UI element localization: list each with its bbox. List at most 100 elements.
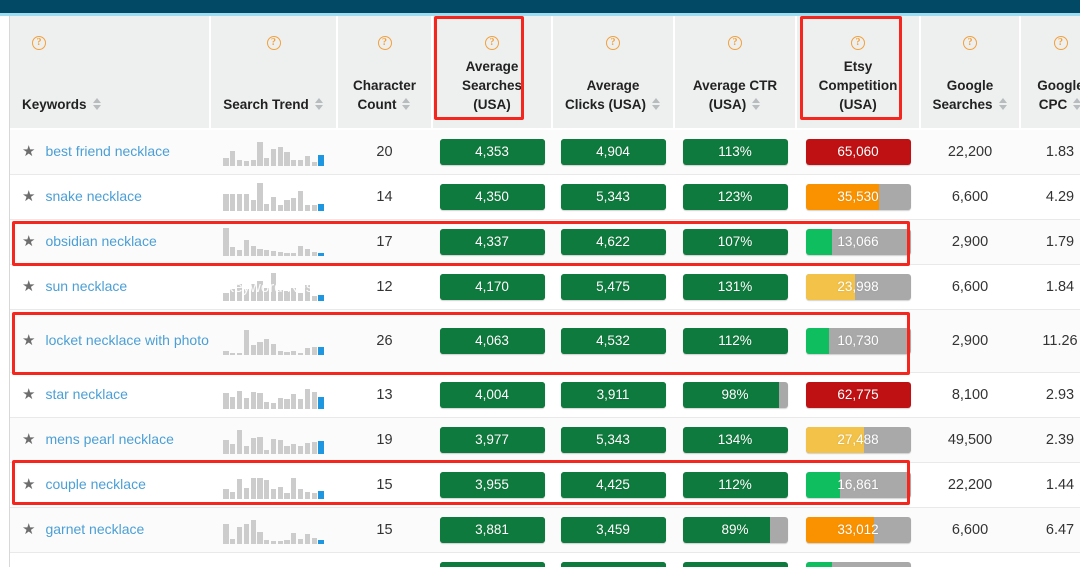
table-row[interactable]: ★ best friend necklace 20 4,353 4,904 113% 65,…	[10, 129, 1080, 175]
cell-average-clicks: 5,343	[552, 417, 674, 463]
sparkline-bar	[291, 252, 297, 256]
table-row[interactable]: ★ garnet necklace 15 3,881 3,459 89% 33,012 6,6…	[10, 507, 1080, 553]
average-searches-bar: 4,350	[439, 183, 545, 210]
sort-arrows-keywords[interactable]	[92, 98, 102, 111]
etsy-competition-bar: 10,730	[805, 327, 911, 354]
average-ctr-bar-fill	[682, 561, 788, 567]
cell-search-trend	[210, 174, 337, 220]
average-ctr-value: 98%	[721, 386, 749, 402]
table-row[interactable]: ★ star necklace 13 4,004 3,911 98% 62,775 8,100…	[10, 372, 1080, 418]
table-row[interactable]: ★ obsidian necklace 17 4,337 4,622 107% 13,066…	[10, 219, 1080, 265]
sparkline-bar	[284, 351, 290, 355]
sparkline-bar	[257, 341, 263, 355]
average-ctr-bar: 112%	[682, 327, 788, 354]
star-icon[interactable]: ★	[22, 386, 35, 404]
column-header-google-cpc[interactable]: ? Google CPC	[1020, 16, 1080, 130]
column-header-average-searches[interactable]: ? Average Searches (USA)	[432, 16, 561, 130]
star-icon[interactable]: ★	[22, 476, 35, 494]
etsy-competition-value: 16,861	[837, 476, 879, 492]
average-clicks-value: 3,459	[596, 521, 630, 537]
cell-search-trend	[210, 264, 337, 310]
table-row[interactable]: ★ locket necklace with photo 26 4,063 4,532 1…	[10, 309, 1080, 373]
sparkline-bar	[318, 294, 324, 301]
sparkline-bar	[223, 193, 229, 211]
cell-google-cpc: 2.93	[1020, 372, 1080, 418]
keyword-link[interactable]: obsidian necklace	[45, 232, 156, 251]
star-icon[interactable]: ★	[22, 188, 35, 206]
cell-search-trend	[210, 129, 337, 175]
column-label-character-count-l1: Character	[352, 77, 417, 93]
sparkline-bar	[257, 248, 263, 256]
keyword-link[interactable]: best friend necklace	[45, 142, 170, 161]
help-icon[interactable]: ?	[963, 36, 977, 50]
average-clicks-bar	[560, 561, 666, 567]
average-clicks-bar: 4,532	[560, 327, 666, 354]
sparkline-bar	[298, 292, 304, 301]
sort-arrows-average-ctr[interactable]	[752, 98, 761, 111]
sparkline-bar	[250, 437, 256, 454]
sparkline-bar	[318, 440, 324, 454]
column-header-keywords[interactable]: ? Keywords	[10, 16, 211, 130]
keyword-link[interactable]: mens pearl necklace	[45, 430, 173, 449]
sort-arrows-search-trend[interactable]	[314, 98, 324, 111]
table-row[interactable]: ★ snake necklace 14 4,350 5,343 123% 35,530 6,6…	[10, 174, 1080, 220]
sparkline-bar	[264, 449, 270, 454]
etsy-competition-bar: 27,488	[805, 426, 911, 453]
sort-arrows-average-clicks[interactable]	[652, 98, 661, 111]
table-row[interactable]: ★ sun necklace 12 4,170 5,475 131% 23,998 6,600…	[10, 264, 1080, 310]
column-header-etsy-competition[interactable]: ? Etsy Competition (USA)	[796, 16, 929, 130]
help-icon[interactable]: ?	[377, 36, 392, 50]
table-row[interactable]: ★	[10, 552, 1080, 567]
cell-google-cpc	[1020, 552, 1080, 567]
etsy-competition-bar: 16,861	[805, 471, 911, 498]
keyword-link[interactable]: sun necklace	[45, 277, 127, 296]
sparkline-bar	[223, 292, 229, 301]
cell-average-clicks: 3,459	[552, 507, 674, 553]
column-header-average-ctr[interactable]: ? Average CTR (USA)	[674, 16, 797, 130]
help-icon[interactable]: ?	[606, 36, 620, 50]
column-header-google-searches[interactable]: ? Google Searches	[920, 16, 1021, 130]
sort-arrows-google-cpc[interactable]	[1073, 98, 1080, 111]
sparkline-bar	[284, 252, 290, 256]
sparkline-bar	[237, 478, 243, 499]
column-header-average-clicks[interactable]: ? Average Clicks (USA)	[552, 16, 675, 130]
star-icon[interactable]: ★	[22, 143, 35, 161]
sparkline-bar	[277, 146, 283, 166]
column-header-character-count[interactable]: ? Character Count	[337, 16, 433, 130]
help-icon[interactable]: ?	[266, 36, 281, 50]
cell-average-ctr: 107%	[674, 219, 796, 265]
column-label-average-ctr-l1: Average CTR	[692, 77, 778, 93]
app-topbar	[0, 0, 1080, 13]
help-icon[interactable]: ?	[851, 36, 865, 50]
cell-search-trend	[210, 462, 337, 508]
help-icon[interactable]: ?	[728, 36, 742, 50]
sort-arrows-google-searches[interactable]	[998, 98, 1008, 111]
etsy-competition-bar: 13,066	[805, 228, 911, 255]
keyword-link[interactable]: garnet necklace	[45, 520, 144, 539]
star-icon[interactable]: ★	[22, 332, 35, 350]
keyword-link[interactable]: star necklace	[45, 385, 127, 404]
sparkline-bar	[291, 477, 297, 499]
etsy-competition-value: 33,012	[837, 521, 879, 537]
help-icon[interactable]: ?	[32, 36, 46, 50]
table-row[interactable]: ★ mens pearl necklace 19 3,977 5,343 134% 27,4…	[10, 417, 1080, 463]
column-header-search-trend[interactable]: ? Search Trend	[210, 16, 338, 130]
cell-average-clicks: 5,475	[552, 264, 674, 310]
sort-arrows-character-count[interactable]	[402, 98, 411, 111]
star-icon[interactable]: ★	[22, 521, 35, 539]
keyword-link[interactable]: snake necklace	[45, 187, 142, 206]
star-icon[interactable]: ★	[22, 278, 35, 296]
sparkline-bar	[237, 249, 243, 256]
star-icon[interactable]: ★	[22, 233, 35, 251]
table-row[interactable]: ★ couple necklace 15 3,955 4,425 112% 16,861 22…	[10, 462, 1080, 508]
column-label-google-searches-l2: Searches	[932, 96, 993, 112]
keyword-link[interactable]: couple necklace	[45, 475, 145, 494]
sparkline-bar	[318, 203, 324, 211]
star-icon[interactable]: ★	[22, 431, 35, 449]
column-label-average-ctr-l2: (USA)	[708, 96, 747, 112]
help-icon[interactable]: ?	[485, 36, 499, 50]
help-icon[interactable]: ?	[1053, 36, 1068, 50]
average-searches-value: 4,170	[475, 278, 509, 294]
keyword-link[interactable]: locket necklace with photo	[45, 331, 208, 350]
sparkline-bar	[298, 190, 304, 211]
